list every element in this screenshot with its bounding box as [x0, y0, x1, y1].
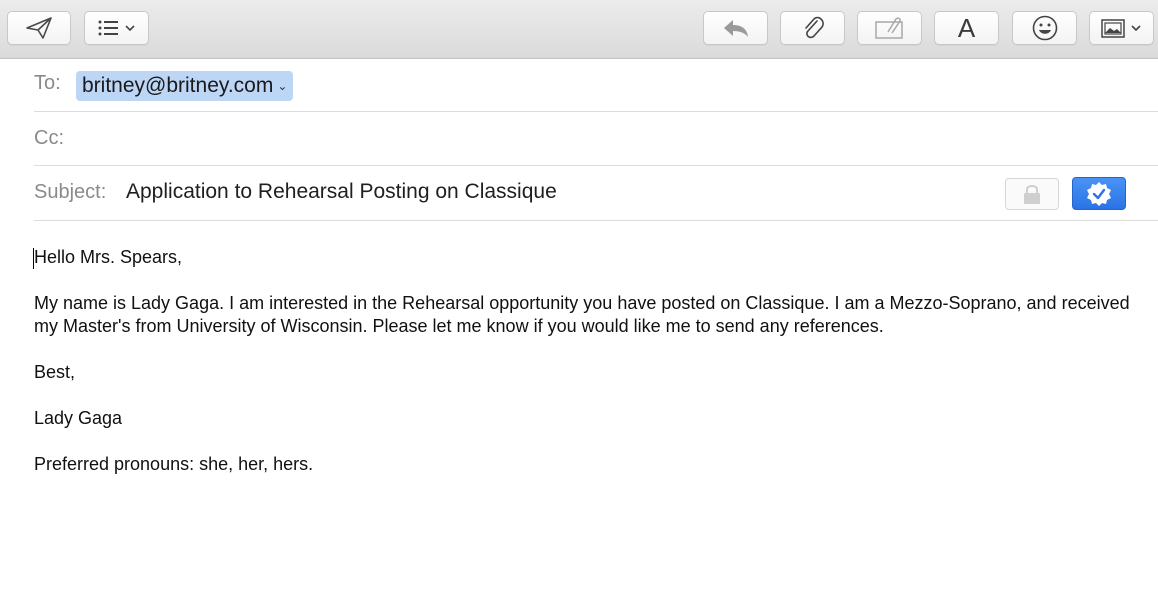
- format-button[interactable]: A: [934, 11, 999, 45]
- photo-browser-button[interactable]: [1089, 11, 1154, 45]
- markup-button[interactable]: [857, 11, 922, 45]
- sign-button[interactable]: [1072, 177, 1126, 210]
- smiley-icon: [1032, 15, 1057, 41]
- paperclip-icon: [804, 16, 824, 39]
- send-button[interactable]: [7, 11, 71, 45]
- pronouns-line: Preferred pronouns: she, her, hers.: [34, 454, 314, 474]
- font-icon: A: [957, 13, 976, 43]
- subject-field[interactable]: Subject: Application to Rehearsal Postin…: [34, 166, 1158, 221]
- subject-label: Subject:: [34, 181, 107, 203]
- subject-input[interactable]: Application to Rehearsal Posting on Clas…: [126, 180, 557, 204]
- to-label: To:: [34, 72, 61, 94]
- chevron-down-icon[interactable]: ⌄: [277, 79, 287, 93]
- list-icon: [98, 20, 135, 36]
- signature-line: Lady Gaga: [34, 408, 123, 428]
- cc-field[interactable]: Cc:: [34, 112, 1158, 166]
- encrypt-button[interactable]: [1005, 178, 1059, 210]
- reply-arrow-icon: [723, 20, 748, 37]
- lock-icon: [1024, 185, 1040, 204]
- reply-button[interactable]: [703, 11, 768, 45]
- recipient-token[interactable]: britney@britney.com ⌄: [76, 71, 294, 101]
- toolbar: A: [0, 0, 1158, 59]
- markup-icon: [874, 17, 903, 39]
- list-format-button[interactable]: [84, 11, 149, 45]
- body-paragraph: My name is Lady Gaga. I am interested in…: [34, 293, 1130, 336]
- verified-badge-icon: [1087, 181, 1111, 206]
- emoji-button[interactable]: [1012, 11, 1077, 45]
- paper-plane-icon: [26, 17, 52, 39]
- photo-icon: [1100, 19, 1141, 38]
- cc-label: Cc:: [34, 127, 64, 149]
- attach-button[interactable]: [780, 11, 845, 45]
- greeting-line: Hello Mrs. Spears,: [34, 247, 183, 267]
- closing-line: Best,: [34, 362, 76, 382]
- to-field[interactable]: To: britney@britney.com ⌄: [34, 58, 1158, 112]
- message-body[interactable]: Hello Mrs. Spears, My name is Lady Gaga.…: [34, 246, 1134, 499]
- recipient-address: britney@britney.com: [82, 74, 274, 97]
